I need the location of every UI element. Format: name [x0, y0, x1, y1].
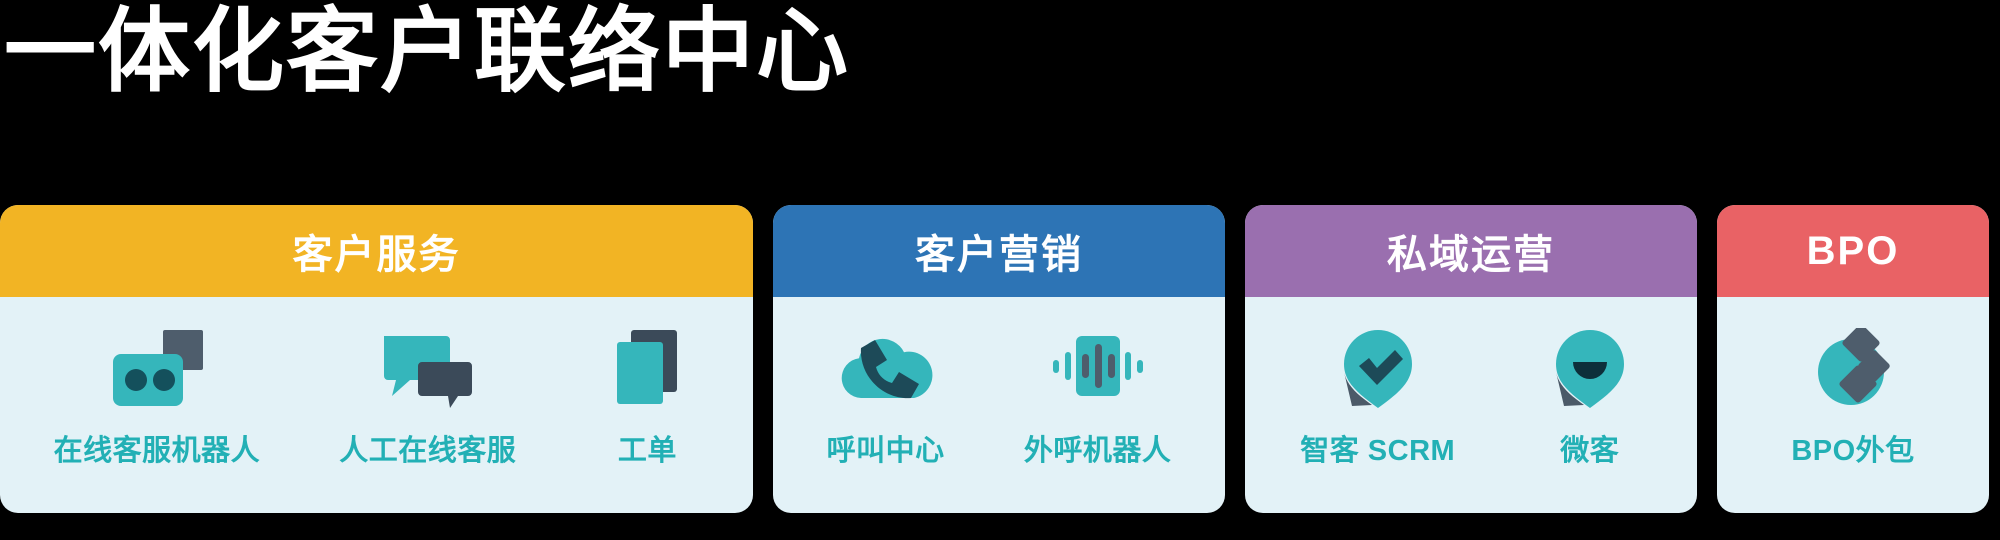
card-body-private-domain-operations: 智客 SCRM 微客: [1245, 297, 1697, 513]
item-outbound-robot[interactable]: 外呼机器人: [1024, 297, 1172, 469]
page-title: 一体化客户联络中心: [4, 1, 851, 103]
card-bpo[interactable]: BPO BPO外包: [1717, 205, 1989, 513]
item-label-weike: 微客: [1560, 435, 1620, 467]
item-label-outbound-robot: 外呼机器人: [1023, 435, 1172, 467]
card-header-bpo: BPO: [1717, 205, 1989, 297]
item-label-work-order: 工单: [617, 435, 677, 467]
card-body-customer-service: 在线客服机器人 人工在线客服 工单: [0, 297, 753, 513]
card-customer-marketing[interactable]: 客户营销 呼叫中心 外呼机器人: [773, 205, 1225, 513]
item-label-zhike-scrm: 智客 SCRM: [1300, 435, 1456, 467]
chat-robot-icon: [105, 323, 209, 415]
item-label-call-center: 呼叫中心: [826, 435, 945, 467]
infographic-root: 一体化客户联络中心 客户服务 在线客服机器人 人工在线客服 工单 客户营销 呼叫…: [0, 0, 2000, 540]
card-row: 客户服务 在线客服机器人 人工在线客服 工单 客户营销 呼叫中心 外呼机器人 私…: [0, 205, 2000, 525]
circle-diamonds-icon: [1801, 323, 1905, 415]
item-call-center[interactable]: 呼叫中心: [827, 297, 945, 469]
card-header-customer-marketing: 客户营销: [773, 205, 1225, 297]
item-bpo-outsourcing[interactable]: BPO外包: [1791, 297, 1914, 469]
item-online-service-robot[interactable]: 在线客服机器人: [54, 297, 261, 469]
voice-waveform-icon: [1046, 323, 1150, 415]
item-label-human-online-service: 人工在线客服: [339, 435, 517, 467]
card-body-customer-marketing: 呼叫中心 外呼机器人: [773, 297, 1225, 513]
chat-bubbles-icon: [376, 323, 480, 415]
card-body-bpo: BPO外包: [1717, 297, 1989, 513]
item-label-online-service-robot: 在线客服机器人: [53, 435, 261, 467]
card-private-domain-operations[interactable]: 私域运营 智客 SCRM 微客: [1245, 205, 1697, 513]
item-human-online-service[interactable]: 人工在线客服: [339, 297, 516, 469]
ticket-document-icon: [595, 323, 699, 415]
card-customer-service[interactable]: 客户服务 在线客服机器人 人工在线客服 工单: [0, 205, 753, 513]
item-label-bpo-outsourcing: BPO外包: [1791, 435, 1915, 467]
card-header-private-domain-operations: 私域运营: [1245, 205, 1697, 297]
pin-smile-icon: [1538, 323, 1642, 415]
cloud-phone-icon: [834, 323, 938, 415]
pin-check-icon: [1326, 323, 1430, 415]
card-header-customer-service: 客户服务: [0, 205, 753, 297]
item-work-order[interactable]: 工单: [595, 297, 699, 469]
item-weike[interactable]: 微客: [1538, 297, 1642, 469]
item-zhike-scrm[interactable]: 智客 SCRM: [1300, 297, 1455, 469]
